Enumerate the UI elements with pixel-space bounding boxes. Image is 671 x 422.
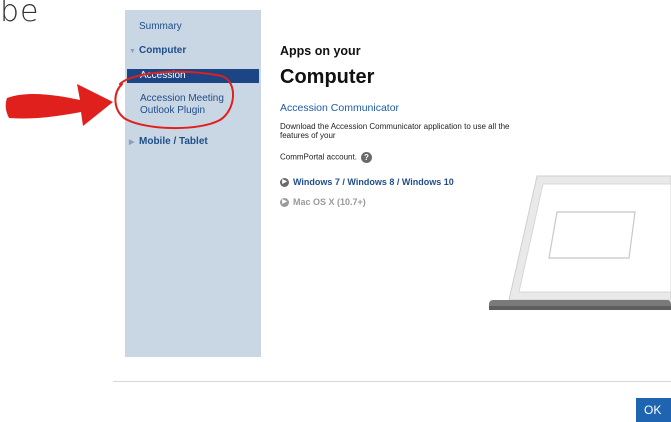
sidebar-item-accession-meeting-outlook-plugin[interactable]: Accession Meeting Outlook Plugin bbox=[140, 93, 258, 117]
download-label: Mac OS X (10.7+) bbox=[293, 197, 366, 207]
sidebar-item-label: Mobile / Tablet bbox=[139, 136, 208, 147]
collapsed-triangle-icon: ▶ bbox=[129, 139, 135, 146]
app-description-continued: CommPortal account.? bbox=[280, 152, 372, 163]
partial-heading-text: be bbox=[0, 0, 40, 29]
help-icon[interactable]: ? bbox=[360, 152, 372, 163]
sidebar: Summary ▼ Computer Accession Accession Me… bbox=[125, 10, 261, 357]
ok-button[interactable]: OK bbox=[636, 398, 671, 422]
footer-divider bbox=[113, 381, 671, 382]
expanded-triangle-icon: ▼ bbox=[129, 48, 136, 55]
description-text: CommPortal account. bbox=[280, 152, 357, 162]
play-icon: ▶ bbox=[280, 178, 289, 188]
page-title: Computer bbox=[280, 66, 375, 88]
sidebar-item-computer[interactable]: ▼ Computer bbox=[129, 45, 186, 56]
app-description: Download the Accession Communicator appl… bbox=[280, 122, 510, 140]
download-mac-link: ▶ Mac OS X (10.7+) bbox=[280, 197, 366, 208]
sidebar-item-label: Computer bbox=[139, 45, 187, 56]
laptop-illustration bbox=[489, 175, 671, 310]
sidebar-item-accession[interactable]: Accession bbox=[127, 69, 259, 83]
download-label: Windows 7 / Windows 8 / Windows 10 bbox=[293, 177, 454, 187]
app-name: Accession Communicator bbox=[280, 102, 400, 114]
red-arrow-annotation bbox=[5, 84, 113, 126]
sidebar-item-summary[interactable]: Summary bbox=[139, 21, 182, 32]
page-subtitle: Apps on your bbox=[280, 44, 361, 58]
download-windows-link[interactable]: ▶ Windows 7 / Windows 8 / Windows 10 bbox=[280, 177, 454, 188]
play-icon: ▶ bbox=[280, 198, 289, 208]
sidebar-item-mobile-tablet[interactable]: ▶ Mobile / Tablet bbox=[129, 136, 208, 147]
